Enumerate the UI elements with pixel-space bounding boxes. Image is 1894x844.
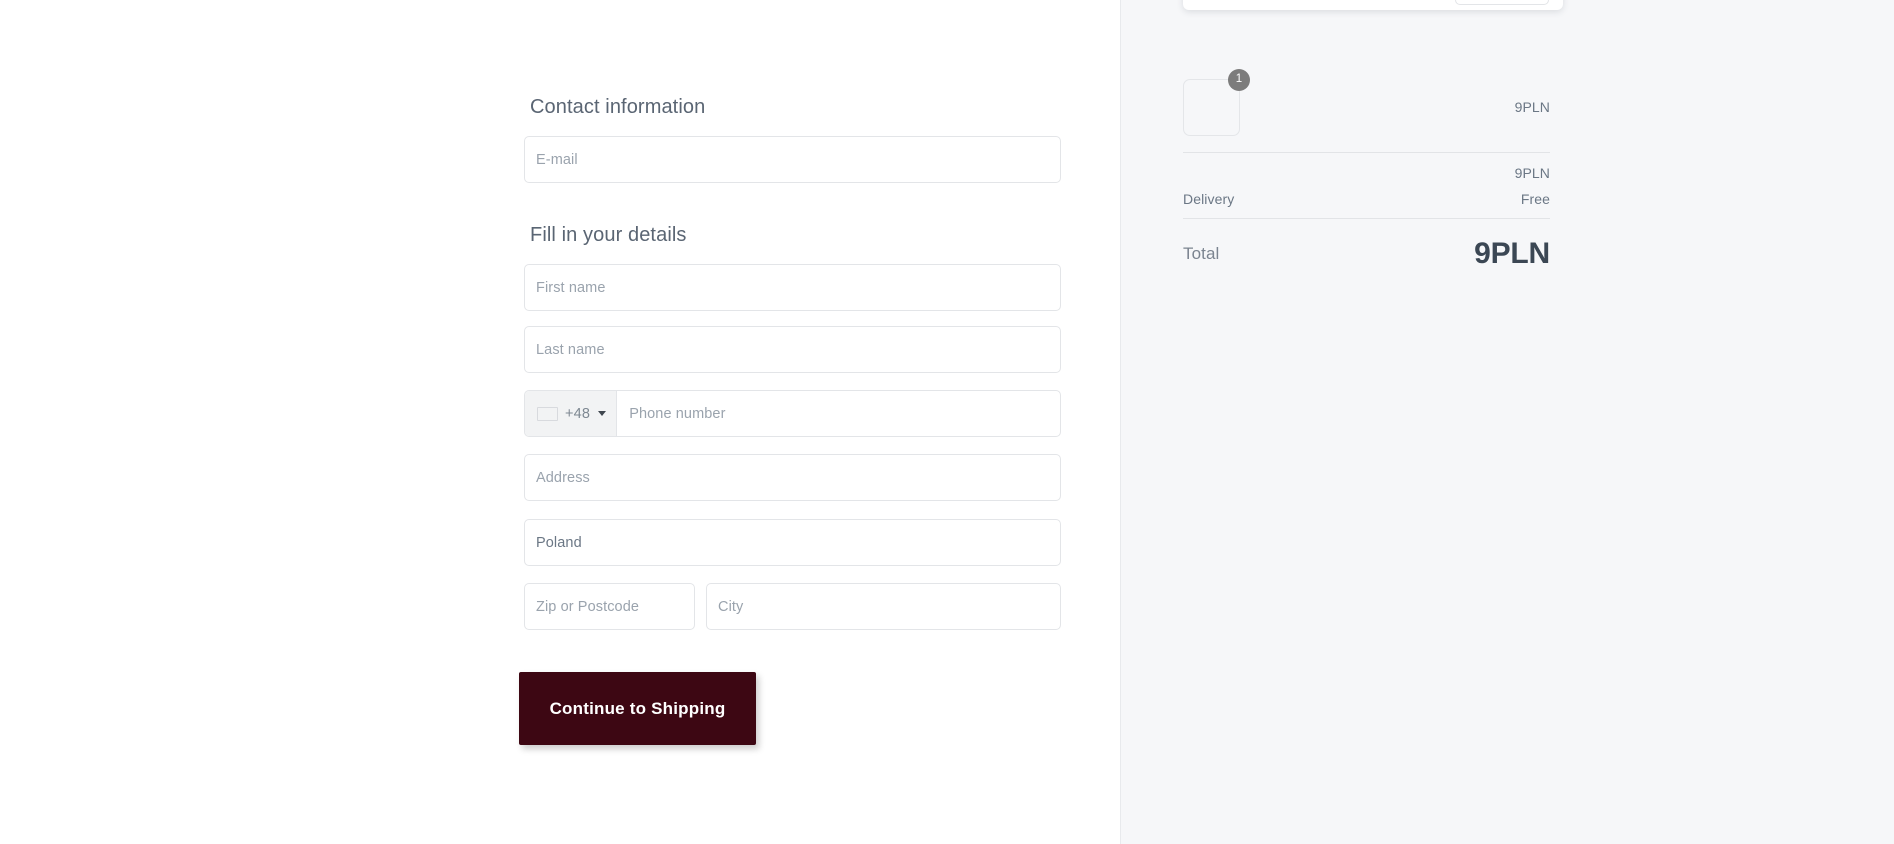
phone-number-field[interactable]: +48 Phone number <box>524 390 1061 437</box>
city-field[interactable]: City <box>706 583 1061 630</box>
address-field[interactable]: Address <box>524 454 1061 501</box>
country-field[interactable]: Poland <box>524 519 1061 566</box>
poland-flag-icon <box>537 406 558 421</box>
email-placeholder: E-mail <box>536 151 578 168</box>
delivery-row: Delivery Free <box>1183 191 1550 207</box>
email-field[interactable]: E-mail <box>524 136 1061 183</box>
dial-code-label: +48 <box>565 405 591 422</box>
country-value: Poland <box>536 534 582 551</box>
subtotal-value: 9PLN <box>1514 165 1550 181</box>
zip-postcode-field[interactable]: Zip or Postcode <box>524 583 695 630</box>
summary-divider-bottom <box>1183 218 1550 219</box>
first-name-placeholder: First name <box>536 279 606 296</box>
chevron-down-icon <box>598 411 607 416</box>
checkout-form-column: Contact information E-mail Fill in your … <box>0 0 1121 844</box>
delivery-label: Delivery <box>1183 191 1235 207</box>
last-name-placeholder: Last name <box>536 341 605 358</box>
last-name-field[interactable]: Last name <box>524 326 1061 373</box>
promo-code-card <box>1183 0 1563 10</box>
order-line-item: 1 9PLN <box>1183 69 1550 136</box>
phone-number-placeholder: Phone number <box>629 405 726 422</box>
address-placeholder: Address <box>536 469 590 486</box>
total-row: Total 9PLN <box>1183 237 1550 271</box>
continue-to-shipping-button[interactable]: Continue to Shipping <box>519 672 756 745</box>
city-placeholder: City <box>718 598 744 615</box>
summary-divider-top <box>1183 152 1550 153</box>
promo-apply-button[interactable] <box>1455 0 1549 5</box>
product-thumbnail-wrapper: 1 <box>1183 69 1250 136</box>
checkout-page: Contact information E-mail Fill in your … <box>0 0 1894 844</box>
total-label: Total <box>1183 244 1220 263</box>
order-summary-column: 1 9PLN 9PLN Delivery Free Total 9PLN <box>1121 0 1894 844</box>
delivery-value: Free <box>1520 191 1550 207</box>
total-value: 9PLN <box>1474 237 1550 270</box>
fill-in-your-details-heading: Fill in your details <box>530 224 687 246</box>
country-dial-code-selector[interactable]: +48 <box>525 391 618 436</box>
zip-postcode-placeholder: Zip or Postcode <box>536 598 640 615</box>
first-name-field[interactable]: First name <box>524 264 1061 311</box>
quantity-badge: 1 <box>1228 69 1250 91</box>
subtotal-row: 9PLN <box>1183 165 1550 181</box>
product-price: 9PLN <box>1514 99 1550 115</box>
contact-information-heading: Contact information <box>530 96 706 118</box>
